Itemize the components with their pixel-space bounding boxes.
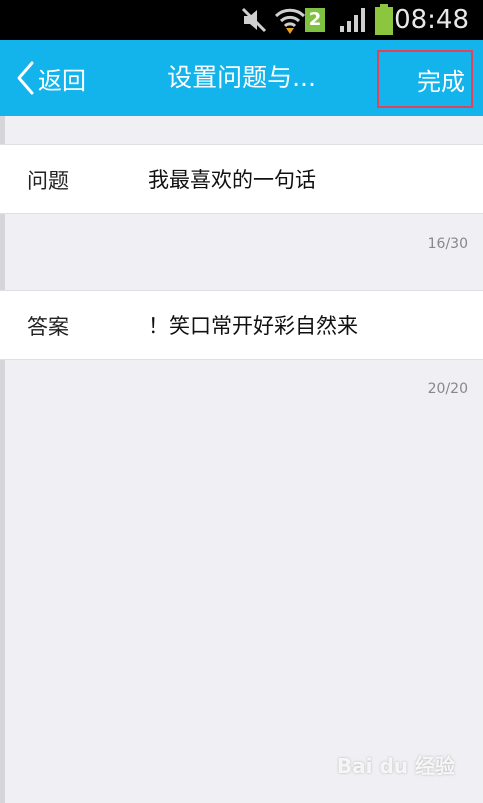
signal-icon <box>340 8 365 32</box>
clock: 08:48 <box>394 5 469 35</box>
chevron-left-icon <box>17 61 34 95</box>
question-row: 问题 <box>0 144 483 214</box>
question-label: 问题 <box>27 169 69 193</box>
answer-input[interactable] <box>148 305 468 345</box>
done-button[interactable]: 完成 <box>377 50 473 108</box>
answer-row: 答案 <box>0 290 483 360</box>
baidu-watermark: Bai du 经验 <box>336 754 455 778</box>
notification-badge: 2 <box>305 8 325 32</box>
back-label: 返回 <box>38 66 86 95</box>
nav-bar: 返回 设置问题与... 完成 <box>0 40 483 116</box>
back-button[interactable]: 返回 <box>14 56 86 100</box>
question-input[interactable] <box>148 159 468 199</box>
question-counter: 16/30 <box>427 236 468 252</box>
wifi-icon <box>274 8 306 34</box>
mute-icon <box>241 7 267 33</box>
battery-icon <box>375 4 393 35</box>
answer-counter: 20/20 <box>427 381 468 397</box>
left-edge-strip <box>0 116 5 803</box>
done-label: 完成 <box>417 67 465 96</box>
answer-label: 答案 <box>27 315 69 339</box>
status-bar: 2 08:48 <box>0 0 483 40</box>
